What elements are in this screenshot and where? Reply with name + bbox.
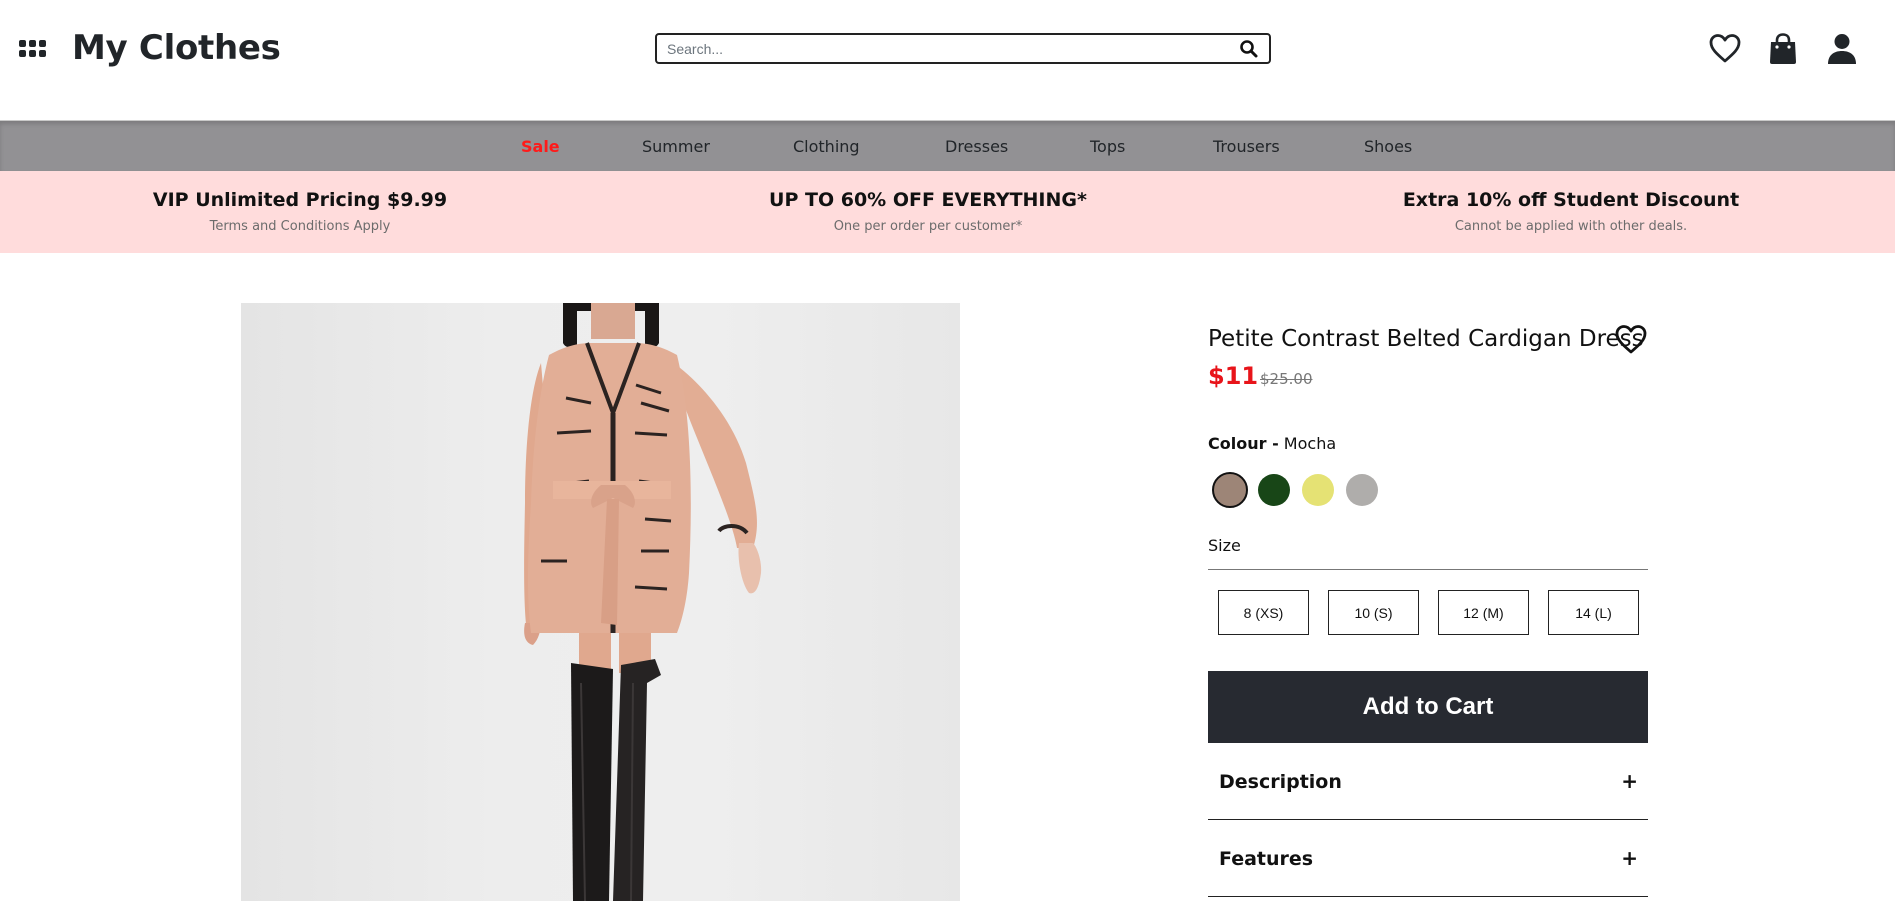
swatch-green[interactable]	[1258, 474, 1290, 506]
nav-item-sale[interactable]: Sale	[521, 137, 560, 156]
accordion-description[interactable]: Description +	[1208, 743, 1648, 820]
add-to-cart-button[interactable]: Add to Cart	[1208, 671, 1648, 743]
promo-item: UP TO 60% OFF EVERYTHING* One per order …	[668, 189, 1188, 234]
colour-swatches	[1212, 472, 1412, 514]
product-details: Petite Contrast Belted Cardigan Dress $1…	[1208, 318, 1648, 897]
promo-title: Extra 10% off Student Discount	[1402, 189, 1740, 211]
site-header: My Clothes	[0, 0, 1895, 120]
swatch-yellow[interactable]	[1302, 474, 1334, 506]
product-title: Petite Contrast Belted Cardigan Dress	[1208, 326, 1644, 352]
heart-icon[interactable]	[1614, 323, 1648, 355]
brand-logo[interactable]: My Clothes	[72, 28, 281, 68]
promo-title: VIP Unlimited Pricing $9.99	[152, 189, 448, 211]
swatch-grey[interactable]	[1346, 474, 1378, 506]
nav-item-dresses[interactable]: Dresses	[945, 137, 1008, 156]
original-price: $25.00	[1260, 370, 1313, 388]
heart-icon[interactable]	[1708, 32, 1742, 66]
size-button-xs[interactable]: 8 (XS)	[1218, 590, 1309, 635]
colour-heading: Colour -	[1208, 434, 1279, 453]
accordion-label: Features	[1219, 848, 1314, 870]
nav-item-shoes[interactable]: Shoes	[1364, 137, 1412, 156]
search-icon[interactable]	[1239, 39, 1259, 59]
size-button-s[interactable]: 10 (S)	[1328, 590, 1419, 635]
category-nav: Sale Summer Clothing Dresses Tops Trouse…	[0, 120, 1895, 171]
search-bar	[655, 33, 1271, 64]
size-button-l[interactable]: 14 (L)	[1548, 590, 1639, 635]
accordion-label: Description	[1219, 771, 1342, 793]
nav-item-clothing[interactable]: Clothing	[793, 137, 860, 156]
product-title-row: Petite Contrast Belted Cardigan Dress	[1208, 318, 1648, 358]
price-row: $11 $25.00	[1208, 358, 1648, 394]
promo-item: Extra 10% off Student Discount Cannot be…	[1311, 189, 1831, 234]
search-input[interactable]	[667, 38, 1227, 60]
product-image	[241, 303, 960, 901]
plus-icon: +	[1621, 769, 1638, 793]
sale-price: $11	[1208, 362, 1259, 390]
plus-icon: +	[1621, 846, 1638, 870]
divider	[1208, 569, 1648, 570]
colour-value: Mocha	[1283, 434, 1337, 453]
size-button-m[interactable]: 12 (M)	[1438, 590, 1529, 635]
colour-label: Colour - Mocha	[1208, 434, 1336, 453]
size-label: Size	[1208, 536, 1241, 555]
shopping-bag-icon[interactable]	[1766, 32, 1800, 66]
user-icon[interactable]	[1825, 32, 1859, 66]
promo-subtitle: Terms and Conditions Apply	[209, 219, 391, 234]
nav-item-summer[interactable]: Summer	[642, 137, 710, 156]
promo-banner: VIP Unlimited Pricing $9.99 Terms and Co…	[0, 171, 1895, 253]
nav-item-tops[interactable]: Tops	[1090, 137, 1125, 156]
swatch-mocha[interactable]	[1212, 472, 1248, 508]
promo-title: UP TO 60% OFF EVERYTHING*	[769, 189, 1087, 211]
promo-subtitle: Cannot be applied with other deals.	[1454, 219, 1688, 234]
promo-subtitle: One per order per customer*	[833, 219, 1023, 234]
promo-item: VIP Unlimited Pricing $9.99 Terms and Co…	[40, 189, 560, 234]
nav-item-trousers[interactable]: Trousers	[1213, 137, 1280, 156]
apps-grid-icon[interactable]	[19, 40, 46, 60]
model-illustration	[524, 303, 762, 901]
accordion-features[interactable]: Features +	[1208, 820, 1648, 897]
